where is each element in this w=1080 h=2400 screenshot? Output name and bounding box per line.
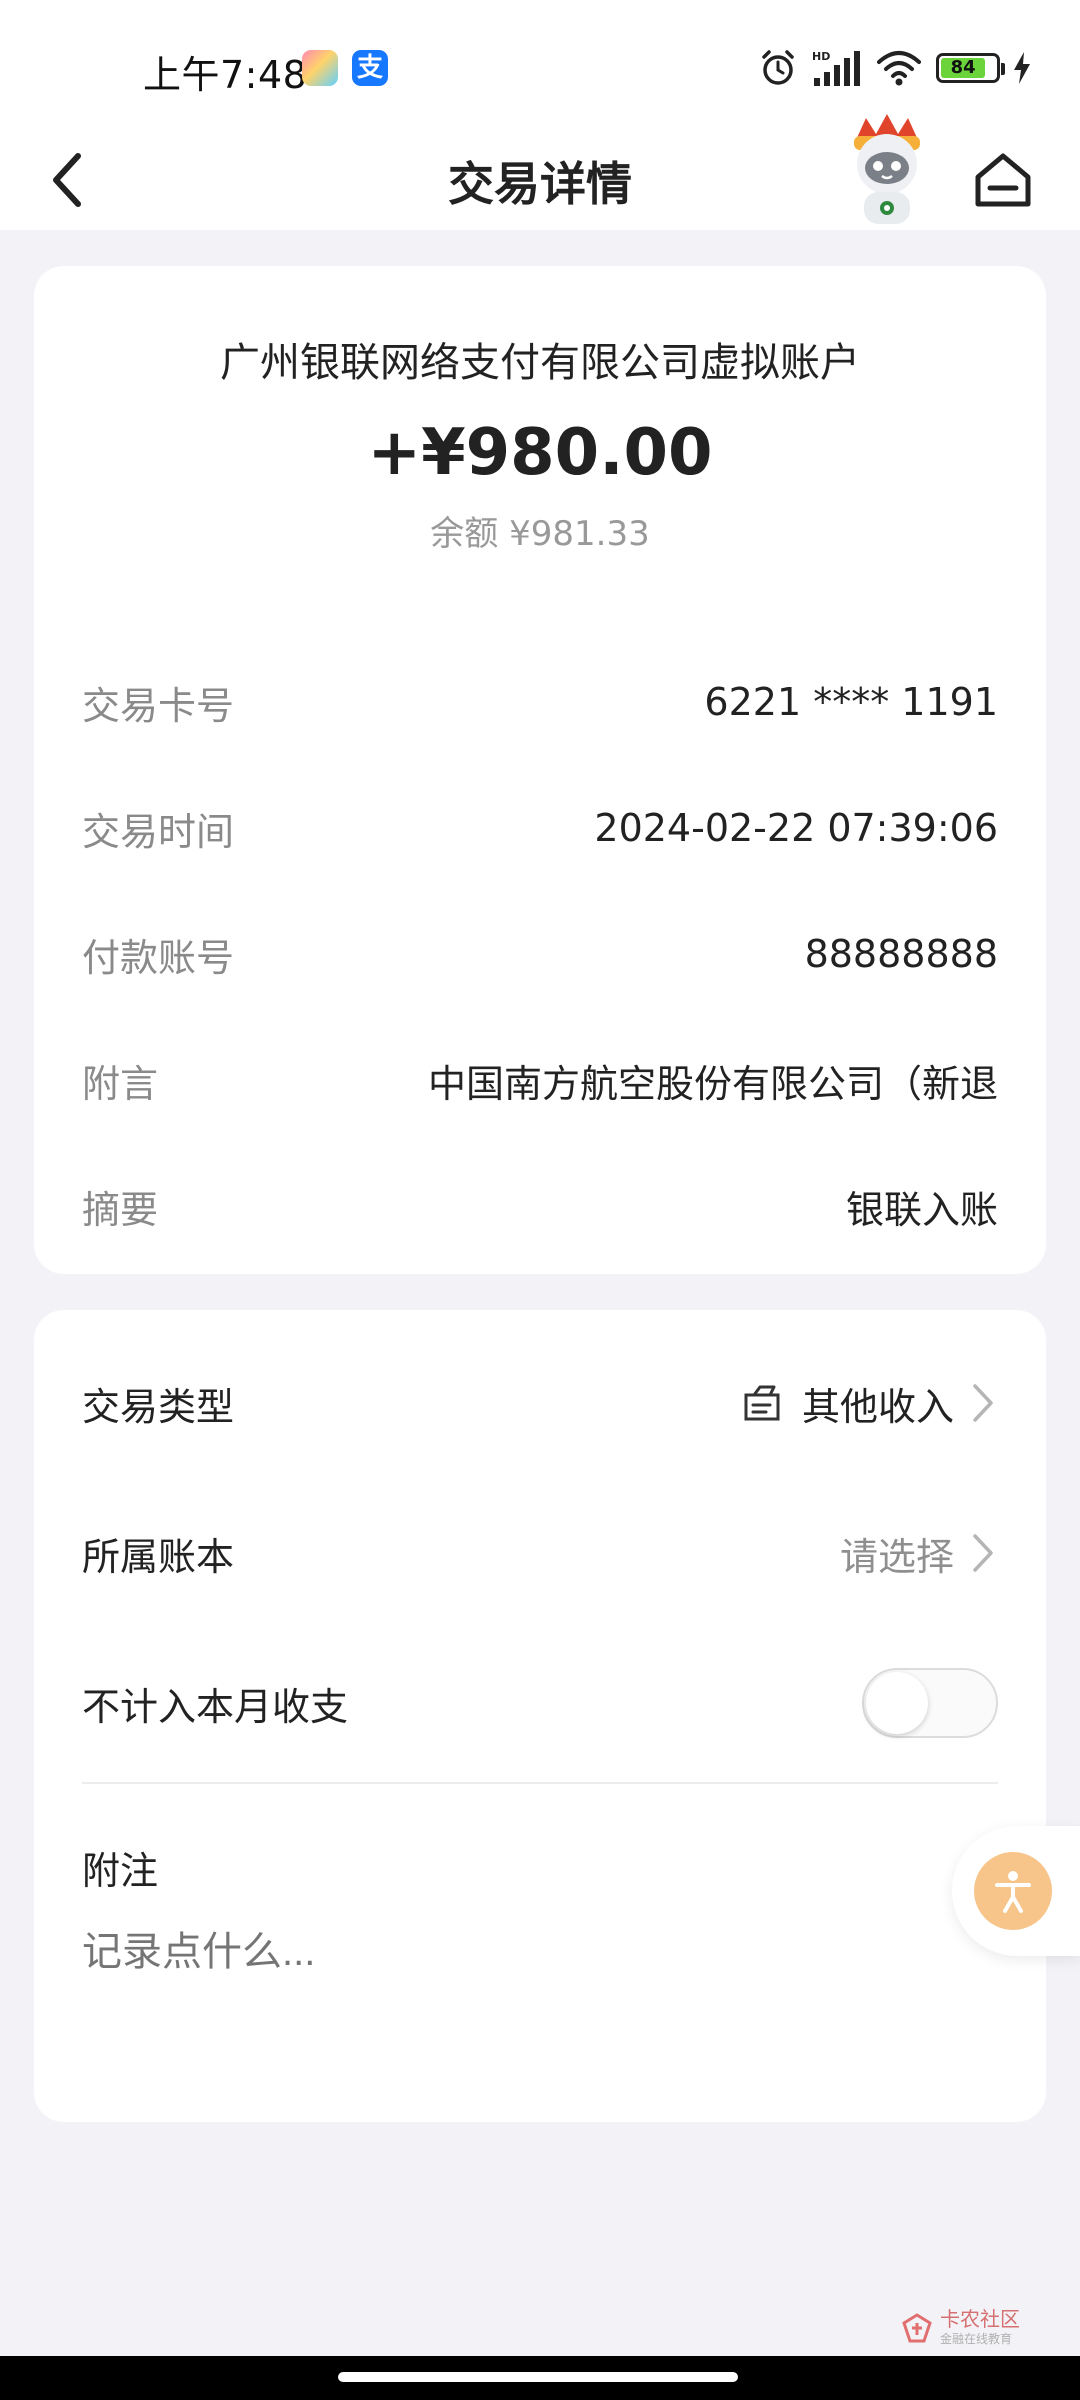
battery-level: 84 (941, 58, 986, 78)
detail-row-summary: 摘要 银联入账 (82, 1176, 998, 1236)
chevron-right-icon (972, 1533, 998, 1573)
payee-name: 广州银联网络支付有限公司虚拟账户 (220, 340, 860, 386)
nav-bar: 交易详情 (0, 114, 1080, 230)
watermark-text: 卡农社区 (940, 2307, 1020, 2331)
accessibility-button[interactable] (974, 1852, 1052, 1930)
status-time: 上午7:48 (143, 53, 308, 97)
svg-text:HD: HD (812, 50, 830, 63)
account-book-row[interactable]: 所属账本 请选择 (82, 1518, 998, 1588)
exclude-monthly-row: 不计入本月收支 (82, 1668, 998, 1738)
detail-label: 付款账号 (82, 935, 235, 980)
transaction-summary-card: 广州银联网络支付有限公司虚拟账户 +¥980.00 余额 ¥981.33 交易卡… (34, 266, 1046, 1274)
detail-value: 88888888 (804, 932, 998, 976)
watermark-subtext: 金融在线教育 (940, 2332, 1013, 2346)
signal-hd-icon: HD (812, 48, 862, 88)
detail-label: 摘要 (82, 1187, 159, 1232)
status-icons: HD 84 (758, 48, 1030, 88)
detail-label: 交易时间 (82, 809, 235, 854)
note-input[interactable] (82, 1930, 998, 1975)
alarm-icon (758, 48, 798, 88)
transaction-type-value: 其他收入 (801, 1384, 954, 1429)
mascot-icon[interactable] (842, 110, 932, 230)
detail-row-payer-account: 付款账号 88888888 (82, 924, 998, 984)
charging-icon (1014, 52, 1030, 84)
transaction-type-label: 交易类型 (82, 1384, 235, 1429)
detail-row-time: 交易时间 2024-02-22 07:39:06 (82, 798, 998, 858)
toggle-knob (866, 1672, 928, 1734)
detail-value: 2024-02-22 07:39:06 (594, 806, 998, 850)
divider (82, 1782, 998, 1784)
account-book-label: 所属账本 (82, 1534, 235, 1579)
alipay-app-icon: 支 (352, 50, 388, 86)
home-button[interactable] (968, 140, 1038, 220)
exclude-monthly-toggle[interactable] (862, 1668, 998, 1738)
gallery-app-icon (302, 50, 338, 86)
gesture-bar (0, 2356, 1080, 2400)
transaction-type-row[interactable]: 交易类型 其他收入 (82, 1368, 998, 1438)
detail-label: 交易卡号 (82, 683, 235, 728)
transaction-detail-screen: 上午7:48 支 HD 84 交易详情 广州银联网络支付有限公司虚拟账户 +¥9… (0, 0, 1080, 2400)
balance-after: 余额 ¥981.33 (430, 514, 650, 554)
floating-assist-tab[interactable] (952, 1826, 1080, 1956)
home-icon (975, 153, 1031, 207)
watermark: 卡农社区 金融在线教育 (900, 2308, 1020, 2347)
receipt-icon (744, 1385, 780, 1421)
note-title: 附注 (82, 1849, 159, 1893)
account-book-value: 请选择 (839, 1534, 954, 1579)
detail-row-card-number: 交易卡号 6221 **** 1191 (82, 672, 998, 732)
watermark-logo-icon (902, 2312, 932, 2342)
home-indicator[interactable] (338, 2372, 738, 2382)
detail-value: 银联入账 (845, 1187, 998, 1232)
accessibility-icon (995, 1871, 1031, 1913)
wifi-icon (876, 48, 922, 88)
exclude-monthly-label: 不计入本月收支 (82, 1684, 349, 1729)
transaction-settings-card: 交易类型 其他收入 所属账本 请选择 不计入本月收支 附注 记录点什么... (34, 1310, 1046, 2122)
chevron-right-icon (972, 1383, 998, 1423)
transaction-amount: +¥980.00 (367, 416, 713, 490)
detail-label: 附言 (82, 1061, 159, 1106)
battery-icon: 84 (936, 53, 1005, 83)
detail-value: 中国南方航空股份有限公司（新退 (427, 1061, 998, 1106)
detail-row-memo: 附言 中国南方航空股份有限公司（新退 (82, 1050, 998, 1110)
detail-value: 6221 **** 1191 (704, 680, 998, 724)
